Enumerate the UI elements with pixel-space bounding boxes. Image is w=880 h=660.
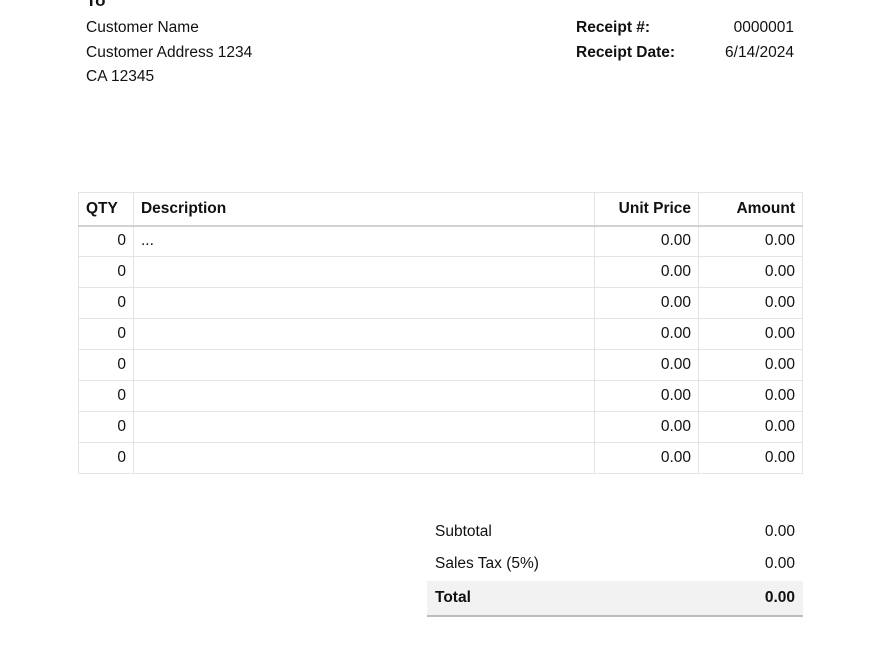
- row-amount: 0.00: [698, 318, 803, 350]
- line-items-table: QTY Description Unit Price Amount 0 ... …: [78, 192, 803, 474]
- row-unit-price[interactable]: 0.00: [594, 318, 700, 350]
- header-description: Description: [132, 192, 596, 227]
- sales-tax-value: 0.00: [764, 555, 795, 572]
- row-qty[interactable]: 0: [78, 442, 134, 474]
- table-row: 0 0.00 0.00: [78, 411, 803, 443]
- row-description[interactable]: [132, 349, 596, 381]
- row-description[interactable]: [132, 411, 596, 443]
- sales-tax-label: Sales Tax (5%): [435, 555, 539, 572]
- table-row: 0 0.00 0.00: [78, 349, 803, 381]
- row-description[interactable]: [132, 256, 596, 288]
- subtotal-value: 0.00: [764, 523, 795, 540]
- row-qty[interactable]: 0: [78, 380, 134, 412]
- table-header-row: QTY Description Unit Price Amount: [78, 192, 803, 227]
- totals-block: Subtotal 0.00 Sales Tax (5%) 0.00 Total …: [427, 516, 803, 617]
- table-row: 0 0.00 0.00: [78, 287, 803, 319]
- table-row: 0 ... 0.00 0.00: [78, 225, 803, 257]
- customer-address: Customer Address 1234: [86, 43, 253, 61]
- receipt-date-row: Receipt Date: 6/14/2024: [576, 41, 794, 66]
- to-heading: To: [86, 0, 106, 10]
- customer-block: Customer Name Customer Address 1234 CA 1…: [86, 16, 252, 90]
- total-label: Total: [435, 589, 471, 606]
- sales-tax-row: Sales Tax (5%) 0.00: [427, 548, 803, 580]
- subtotal-row: Subtotal 0.00: [427, 516, 803, 548]
- subtotal-label: Subtotal: [435, 523, 492, 540]
- row-amount: 0.00: [698, 380, 803, 412]
- receipt-page: To Customer Name Customer Address 1234 C…: [0, 0, 880, 660]
- table-row: 0 0.00 0.00: [78, 380, 803, 412]
- table-row: 0 0.00 0.00: [78, 256, 803, 288]
- row-amount: 0.00: [698, 349, 803, 381]
- row-unit-price[interactable]: 0.00: [594, 442, 700, 474]
- receipt-number-label: Receipt #:: [576, 19, 651, 36]
- receipt-date-label: Receipt Date:: [576, 43, 676, 61]
- row-unit-price[interactable]: 0.00: [594, 411, 700, 443]
- customer-city-zip: CA 12345: [86, 68, 155, 85]
- row-unit-price[interactable]: 0.00: [594, 349, 700, 381]
- row-description[interactable]: [132, 442, 596, 474]
- row-qty[interactable]: 0: [78, 411, 134, 443]
- row-qty[interactable]: 0: [78, 256, 134, 288]
- receipt-date-value: 6/14/2024: [725, 43, 794, 61]
- row-unit-price[interactable]: 0.00: [594, 287, 700, 319]
- row-unit-price[interactable]: 0.00: [594, 225, 700, 257]
- row-description[interactable]: [132, 318, 596, 350]
- row-unit-price[interactable]: 0.00: [594, 256, 700, 288]
- header-qty: QTY: [78, 192, 134, 227]
- row-description[interactable]: [132, 380, 596, 412]
- row-amount: 0.00: [698, 287, 803, 319]
- receipt-meta: Receipt #: 0000001 Receipt Date: 6/14/20…: [576, 16, 794, 65]
- row-amount: 0.00: [698, 442, 803, 474]
- row-amount: 0.00: [698, 225, 803, 257]
- customer-name: Customer Name: [86, 19, 199, 36]
- row-description[interactable]: ...: [132, 225, 596, 257]
- row-amount: 0.00: [698, 256, 803, 288]
- header-unit-price: Unit Price: [594, 192, 700, 227]
- table-row: 0 0.00 0.00: [78, 442, 803, 474]
- header-amount: Amount: [698, 192, 803, 227]
- total-value: 0.00: [764, 589, 795, 606]
- row-description[interactable]: [132, 287, 596, 319]
- receipt-number-row: Receipt #: 0000001: [576, 16, 794, 41]
- row-qty[interactable]: 0: [78, 318, 134, 350]
- table-row: 0 0.00 0.00: [78, 318, 803, 350]
- receipt-number-value: 0000001: [733, 19, 794, 36]
- row-amount: 0.00: [698, 411, 803, 443]
- row-qty[interactable]: 0: [78, 287, 134, 319]
- row-qty[interactable]: 0: [78, 349, 134, 381]
- row-unit-price[interactable]: 0.00: [594, 380, 700, 412]
- total-row: Total 0.00: [427, 581, 803, 617]
- row-qty[interactable]: 0: [78, 225, 134, 257]
